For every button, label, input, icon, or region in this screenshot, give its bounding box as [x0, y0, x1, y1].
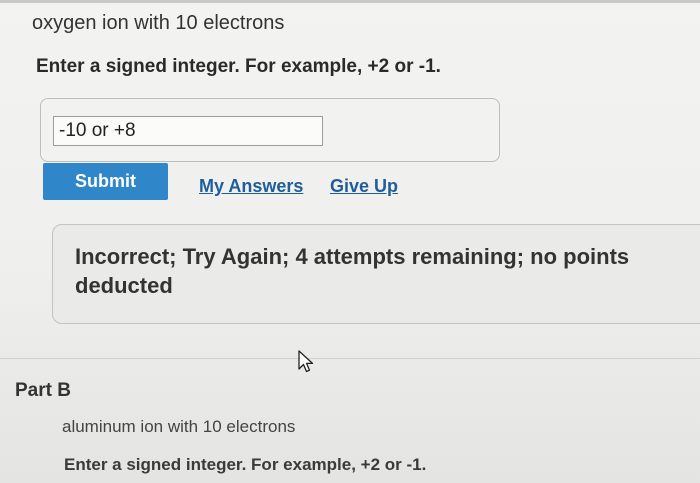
answer-input[interactable] [53, 116, 323, 146]
part-b-title: Part B [15, 380, 71, 401]
answer-instruction: Enter a signed integer. For example, +2 … [36, 56, 441, 77]
give-up-link[interactable]: Give Up [330, 176, 398, 197]
part-b-prompt: aluminum ion with 10 electrons [62, 417, 296, 436]
part-b-instruction: Enter a signed integer. For example, +2 … [64, 455, 427, 474]
feedback-panel: Incorrect; Try Again; 4 attempts remaini… [52, 224, 700, 324]
submit-button[interactable]: Submit [43, 163, 168, 200]
part-divider [0, 358, 700, 359]
answer-panel [40, 98, 500, 162]
feedback-message: Incorrect; Try Again; 4 attempts remaini… [75, 244, 630, 298]
question-prompt: oxygen ion with 10 electrons [32, 12, 285, 34]
top-border [0, 0, 700, 3]
my-answers-link[interactable]: My Answers [199, 176, 303, 197]
mouse-pointer-icon [298, 350, 314, 373]
